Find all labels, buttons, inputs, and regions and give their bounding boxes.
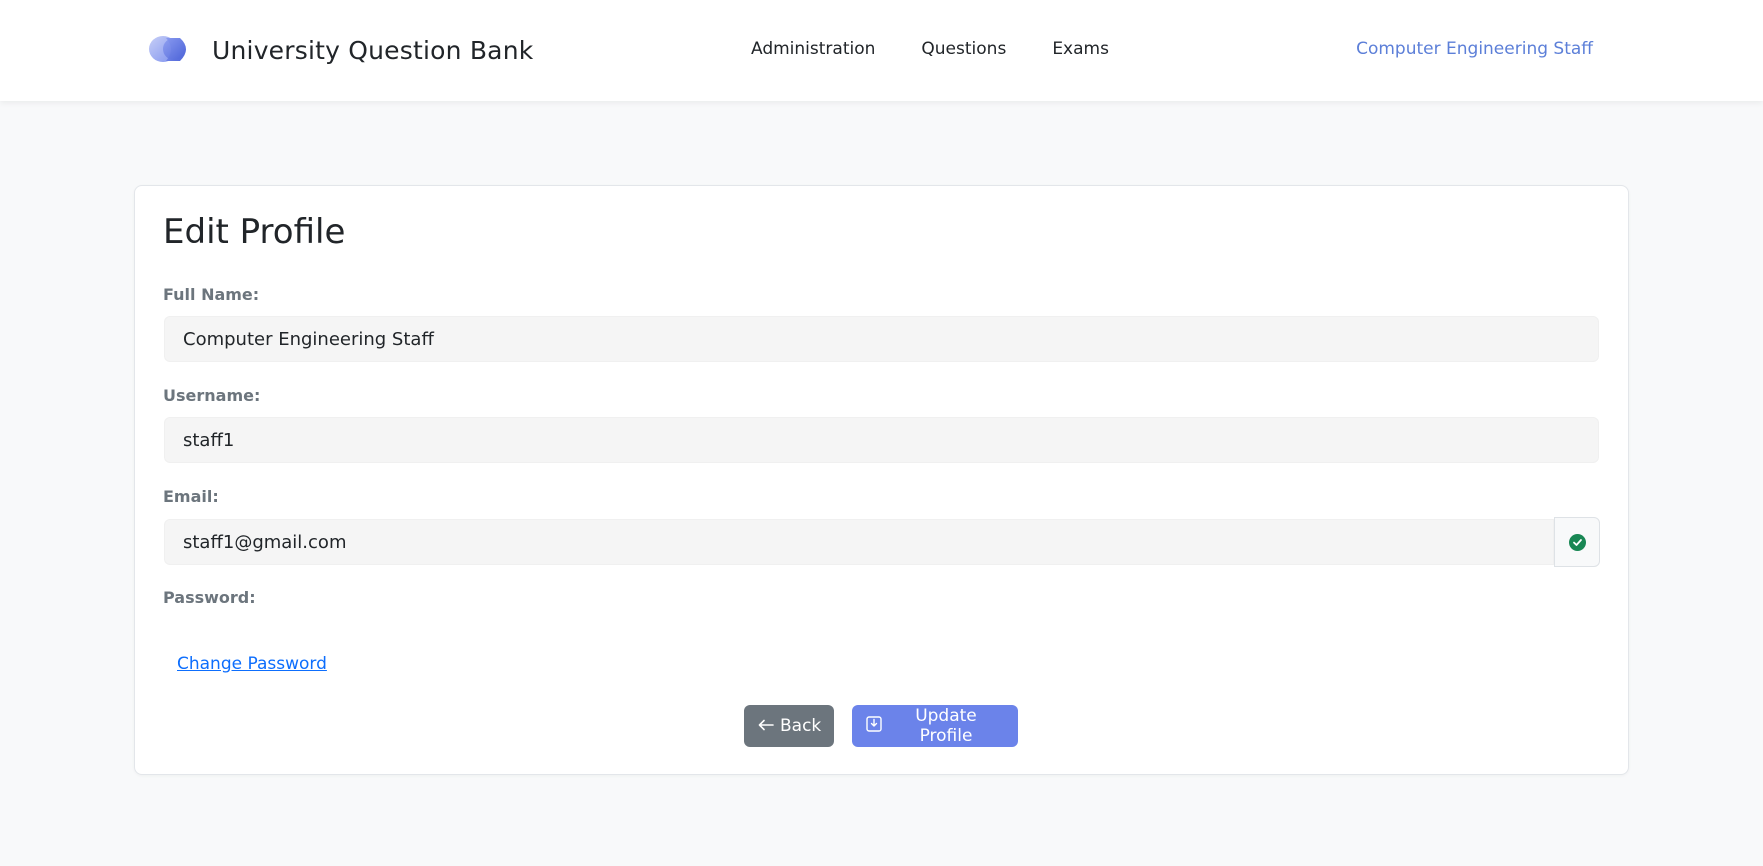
password-label: Password: (163, 588, 256, 607)
edit-profile-card: Edit Profile Full Name: Username: Email:… (134, 185, 1629, 775)
nav-questions[interactable]: Questions (921, 39, 1006, 59)
email-input-group (164, 517, 1600, 567)
full-name-input[interactable] (164, 316, 1599, 362)
full-name-label: Full Name: (163, 285, 260, 304)
arrow-left-icon (758, 716, 774, 736)
username-label: Username: (163, 386, 261, 405)
change-password-link[interactable]: Change Password (177, 654, 327, 674)
update-profile-button[interactable]: Update Profile (852, 705, 1018, 747)
back-button[interactable]: Back (744, 705, 834, 747)
brand-title[interactable]: University Question Bank (212, 36, 533, 65)
username-input[interactable] (164, 417, 1599, 463)
nav-exams[interactable]: Exams (1052, 39, 1109, 59)
back-button-label: Back (780, 716, 822, 736)
email-status-addon (1554, 517, 1600, 567)
check-circle-icon (1568, 533, 1586, 551)
user-profile-link[interactable]: Computer Engineering Staff (1356, 39, 1593, 59)
form-actions: Back Update Profile (744, 705, 1018, 747)
top-navbar: University Question Bank Administration … (0, 0, 1763, 101)
page-title: Edit Profile (163, 212, 346, 252)
save-icon (866, 715, 882, 737)
update-profile-label: Update Profile (915, 706, 977, 746)
nav-administration[interactable]: Administration (751, 39, 875, 59)
email-input[interactable] (164, 519, 1554, 565)
email-label: Email: (163, 487, 219, 506)
brand[interactable]: University Question Bank (146, 30, 533, 70)
main-nav: Administration Questions Exams (751, 39, 1109, 59)
logo-icon (146, 30, 194, 70)
